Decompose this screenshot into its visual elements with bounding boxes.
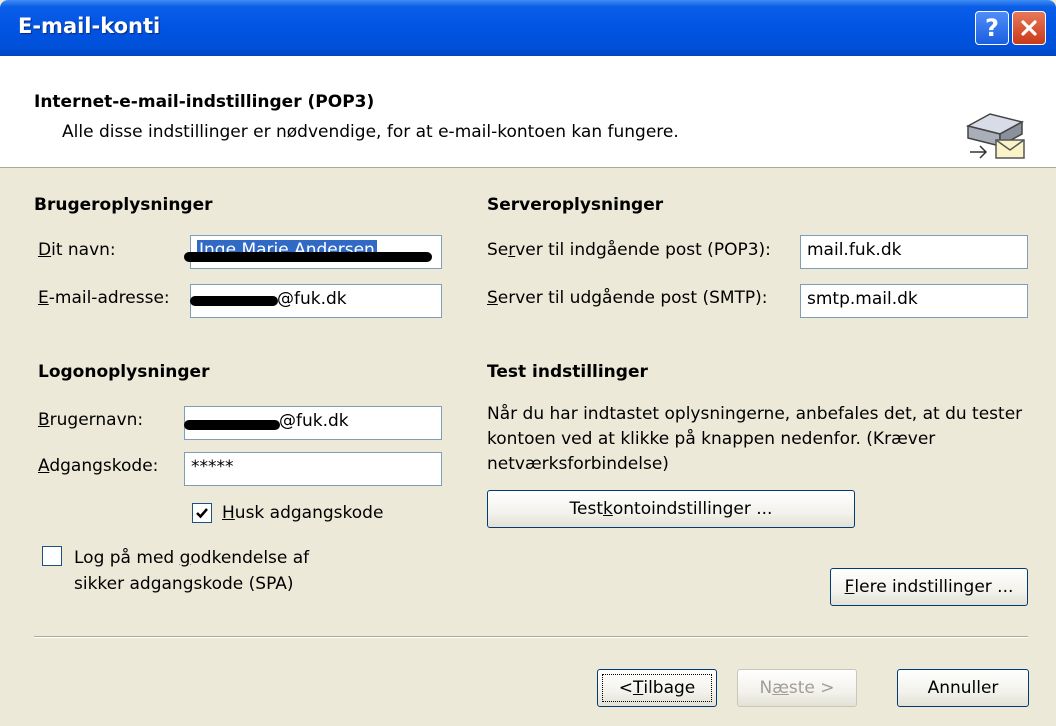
password-value: ***** — [191, 457, 234, 477]
close-button[interactable] — [1012, 11, 1046, 45]
mail-server-icon — [965, 113, 1025, 159]
checkmark-icon — [196, 508, 208, 519]
outgoing-server-label: Server til udgående post (SMTP): — [487, 288, 768, 308]
page-title: Internet-e-mail-indstillinger (POP3) — [34, 92, 375, 112]
separator — [34, 636, 1028, 638]
username-value: @fuk.dk — [279, 411, 349, 431]
outgoing-server-field[interactable]: smtp.mail.dk — [800, 284, 1028, 318]
page-subtitle: Alle disse indstillinger er nødvendige, … — [62, 122, 679, 142]
email-value: @fuk.dk — [277, 289, 347, 309]
password-label: Adgangskode: — [38, 456, 159, 476]
spa-checkbox[interactable] — [42, 546, 62, 566]
window-title: E-mail-konti — [18, 14, 161, 38]
redaction-mark — [184, 420, 280, 430]
title-bar[interactable]: E-mail-konti ? — [0, 0, 1056, 56]
more-settings-button[interactable]: Flere indstillinger ... — [830, 568, 1028, 606]
email-label: E-mail-adresse: — [38, 288, 170, 308]
cancel-button[interactable]: Annuller — [897, 669, 1029, 707]
remember-password-label: Husk adgangskode — [222, 503, 384, 523]
wizard-header: Internet-e-mail-indstillinger (POP3) All… — [0, 56, 1056, 168]
incoming-server-value: mail.fuk.dk — [807, 240, 902, 260]
spa-label: Log på med godkendelse af sikker adgangs… — [74, 548, 310, 594]
redaction-mark — [184, 252, 432, 262]
server-info-heading: Serveroplysninger — [487, 195, 664, 215]
logon-info-heading: Logonoplysninger — [38, 362, 210, 382]
redaction-mark — [190, 296, 278, 306]
incoming-server-label: Server til indgående post (POP3): — [487, 240, 771, 260]
user-info-heading: Brugeroplysninger — [34, 195, 213, 215]
password-field[interactable]: ***** — [184, 452, 442, 486]
incoming-server-field[interactable]: mail.fuk.dk — [800, 235, 1028, 269]
close-icon — [1021, 20, 1037, 36]
test-account-settings-button[interactable]: Test k ontoindstillinger ... — [487, 490, 855, 528]
help-button[interactable]: ? — [975, 11, 1009, 45]
next-button[interactable]: Næ ste > — [737, 669, 857, 707]
outgoing-server-value: smtp.mail.dk — [807, 289, 918, 309]
test-settings-description: Når du har indtastet oplysningerne, anbe… — [487, 404, 1023, 474]
email-accounts-dialog: E-mail-konti ? Internet-e-mail-indstilli… — [0, 0, 1056, 726]
help-icon: ? — [985, 14, 999, 42]
name-label: Dit navn: — [38, 240, 116, 260]
test-settings-heading: Test indstillinger — [487, 362, 648, 382]
back-button[interactable]: < Tilbage — [597, 669, 717, 707]
remember-password-checkbox[interactable] — [192, 503, 212, 523]
username-label: Brugernavn: — [38, 410, 144, 430]
